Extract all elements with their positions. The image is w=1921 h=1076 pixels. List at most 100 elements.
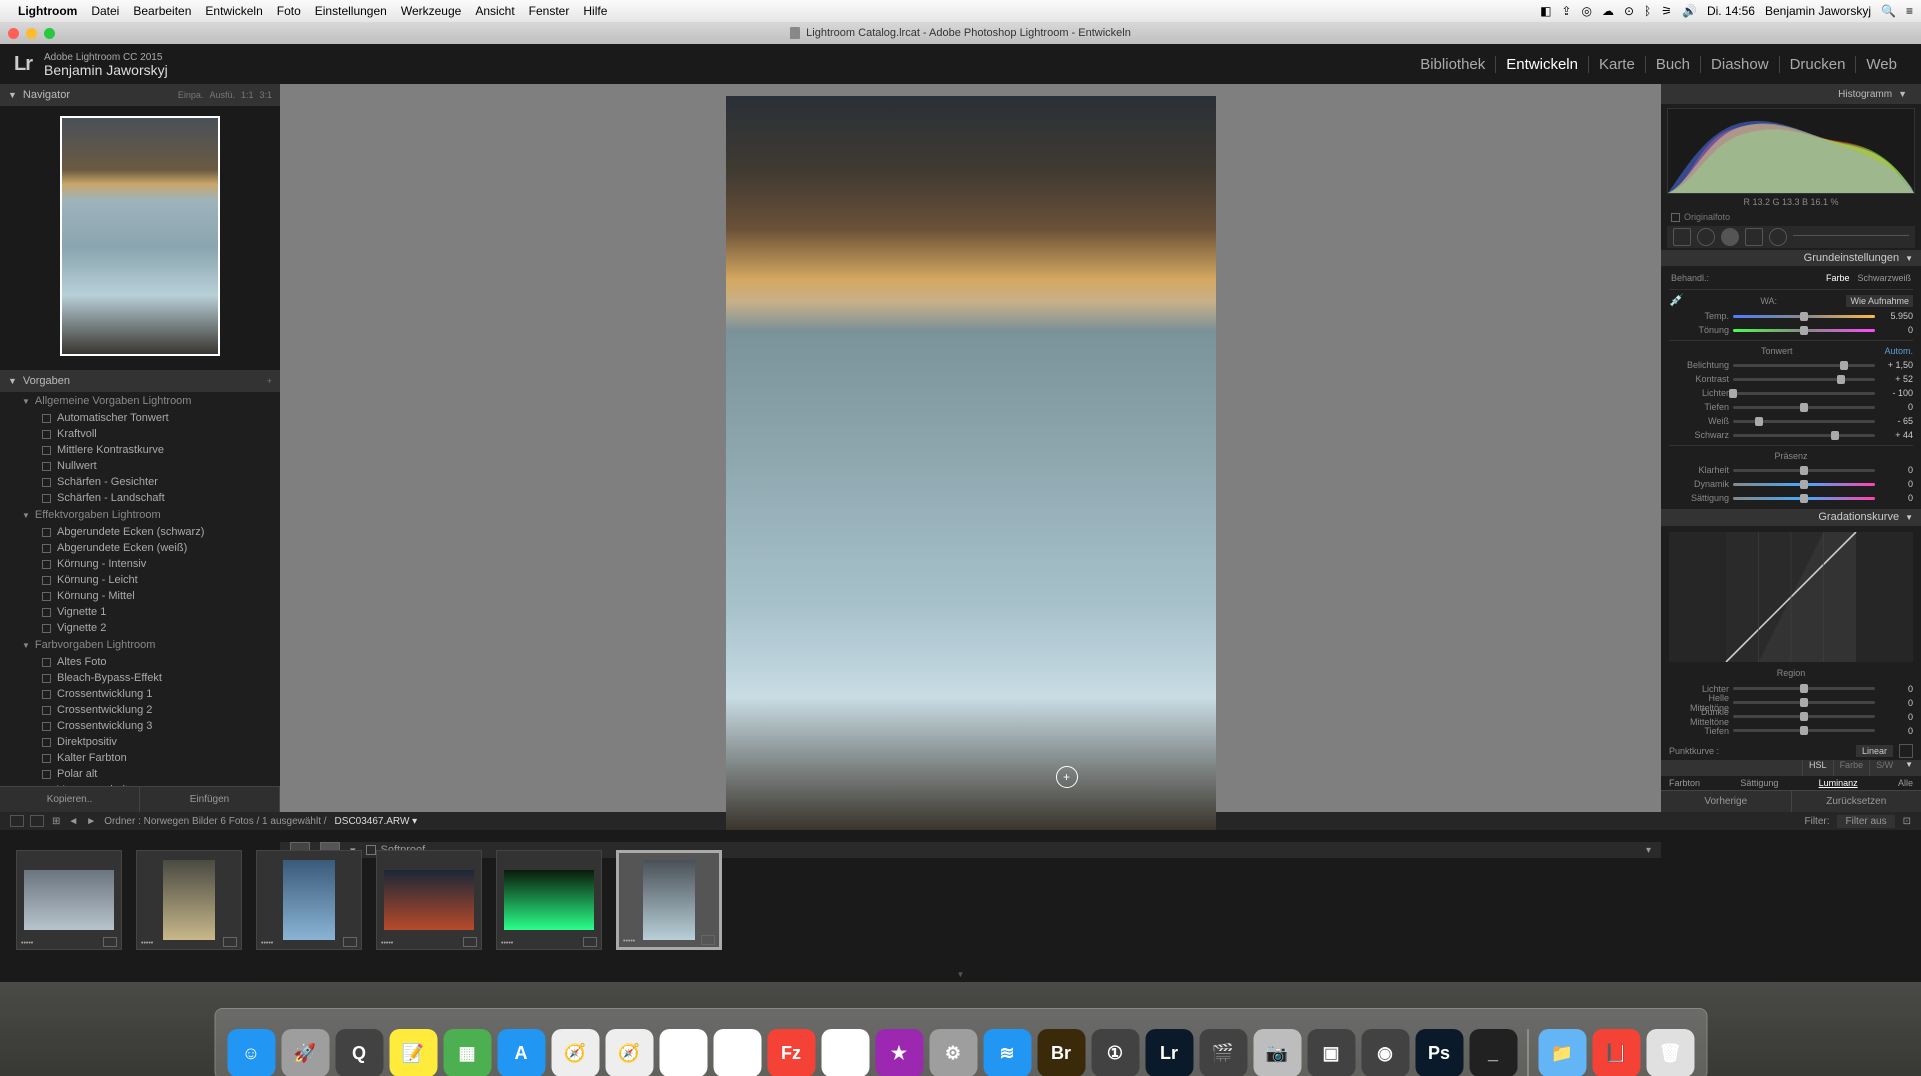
volume-icon[interactable]: 🔊: [1682, 4, 1697, 18]
wb-picker-icon[interactable]: 💉: [1669, 293, 1685, 309]
preset-item[interactable]: Abgerundete Ecken (schwarz): [0, 524, 280, 540]
status-icon[interactable]: ◎: [1581, 4, 1591, 18]
preset-item[interactable]: Bleach-Bypass-Effekt: [0, 670, 280, 686]
slider-value[interactable]: - 65: [1879, 416, 1913, 426]
filter-dropdown[interactable]: Filter aus: [1837, 815, 1894, 828]
dock-app-appstore[interactable]: A: [497, 1029, 545, 1076]
treatment-color[interactable]: Farbe: [1826, 273, 1850, 283]
module-drucken[interactable]: Drucken: [1780, 56, 1857, 73]
slider-track[interactable]: [1733, 420, 1875, 423]
menu-werkzeuge[interactable]: Werkzeuge: [401, 4, 461, 18]
presets-header[interactable]: ▼ Vorgaben +: [0, 370, 280, 392]
slider-track[interactable]: [1733, 378, 1875, 381]
dock-app-launchpad[interactable]: 🚀: [281, 1029, 329, 1076]
module-buch[interactable]: Buch: [1646, 56, 1701, 73]
slider-value[interactable]: 0: [1879, 712, 1913, 722]
filmstrip-filename[interactable]: DSC03467.ARW ▾: [335, 816, 418, 827]
nav-zoom-option[interactable]: Ausfü.: [209, 90, 235, 100]
slider-track[interactable]: [1733, 687, 1875, 690]
color-tab[interactable]: Farbe: [1833, 760, 1870, 776]
redeye-tool[interactable]: [1721, 228, 1739, 246]
preset-group[interactable]: ▼Effektvorgaben Lightroom: [0, 506, 280, 524]
slider-track[interactable]: [1733, 469, 1875, 472]
status-icon[interactable]: ⇪: [1561, 4, 1571, 18]
slider-value[interactable]: + 44: [1879, 430, 1913, 440]
dock-app-bridge[interactable]: Br: [1037, 1029, 1085, 1076]
grid-icon[interactable]: ⊞: [52, 816, 60, 827]
minimize-window[interactable]: [26, 28, 37, 39]
module-web[interactable]: Web: [1856, 56, 1907, 73]
slider-value[interactable]: - 100: [1879, 388, 1913, 398]
preset-item[interactable]: Crossentwicklung 1: [0, 686, 280, 702]
filmstrip-thumb[interactable]: •••••: [16, 850, 122, 950]
filmstrip-thumb[interactable]: •••••: [376, 850, 482, 950]
bluetooth-icon[interactable]: ᛒ: [1644, 4, 1651, 18]
point-curve-dropdown[interactable]: Linear: [1856, 745, 1893, 757]
filmstrip-thumb[interactable]: •••••: [256, 850, 362, 950]
slider-value[interactable]: 0: [1879, 493, 1913, 503]
preset-item[interactable]: Mittlere Kontrastkurve: [0, 442, 280, 458]
histogram[interactable]: [1667, 108, 1915, 194]
user-menu[interactable]: Benjamin Jaworskyj: [1765, 4, 1871, 18]
tone-curve[interactable]: [1669, 532, 1913, 662]
notification-icon[interactable]: ≡: [1906, 4, 1913, 18]
basic-panel-header[interactable]: Grundeinstellungen▼: [1661, 250, 1921, 266]
add-preset-icon[interactable]: +: [267, 376, 272, 386]
nav-zoom-option[interactable]: 3:1: [259, 90, 272, 100]
hue-subtab[interactable]: Farbton: [1669, 778, 1700, 788]
dock-app-dvd[interactable]: ◉: [1361, 1029, 1409, 1076]
dock-app-1password[interactable]: ①: [1091, 1029, 1139, 1076]
menu-datei[interactable]: Datei: [91, 4, 119, 18]
crop-tool[interactable]: [1673, 228, 1691, 246]
status-icon[interactable]: ⊙: [1624, 4, 1634, 18]
dock-app-photoshop[interactable]: Ps: [1415, 1029, 1463, 1076]
tonecurve-header[interactable]: Gradationskurve▼: [1661, 509, 1921, 525]
slider-track[interactable]: [1733, 406, 1875, 409]
dock-app-grab[interactable]: 📷: [1253, 1029, 1301, 1076]
original-photo-toggle[interactable]: Originalfoto: [1661, 210, 1921, 224]
preset-item[interactable]: Kalter Farbton: [0, 750, 280, 766]
slider-track[interactable]: [1733, 364, 1875, 367]
auto-tone-button[interactable]: Autom.: [1884, 346, 1913, 356]
sat-subtab[interactable]: Sättigung: [1740, 778, 1778, 788]
dock-app-maps[interactable]: 🧭: [551, 1029, 599, 1076]
zoom-window[interactable]: [44, 28, 55, 39]
slider-value[interactable]: 0: [1879, 479, 1913, 489]
clock[interactable]: Di. 14:56: [1707, 4, 1755, 18]
preset-item[interactable]: Vignette 2: [0, 620, 280, 636]
dock-app-finder[interactable]: ☺: [227, 1029, 275, 1076]
module-bibliothek[interactable]: Bibliothek: [1410, 56, 1496, 73]
filmstrip-thumb[interactable]: •••••: [136, 850, 242, 950]
slider-track[interactable]: [1733, 729, 1875, 732]
dock-app-openoffice[interactable]: ≋: [983, 1029, 1031, 1076]
slider-track[interactable]: [1733, 392, 1875, 395]
dock-app-filezilla[interactable]: Fz: [767, 1029, 815, 1076]
preset-item[interactable]: Crossentwicklung 2: [0, 702, 280, 718]
app-menu[interactable]: Lightroom: [18, 4, 77, 18]
slider-value[interactable]: 0: [1879, 402, 1913, 412]
dock-app-pdf[interactable]: 📕: [1592, 1029, 1640, 1076]
histogram-header[interactable]: Histogramm▼: [1661, 84, 1921, 104]
dock-app-downloads[interactable]: 📁: [1538, 1029, 1586, 1076]
module-entwickeln[interactable]: Entwickeln: [1496, 56, 1589, 73]
slider-track[interactable]: [1733, 315, 1875, 318]
preset-item[interactable]: Körnung - Mittel: [0, 588, 280, 604]
dock-app-itunes[interactable]: ♪: [713, 1029, 761, 1076]
preset-item[interactable]: Automatischer Tonwert: [0, 410, 280, 426]
brush-tool[interactable]: [1793, 235, 1909, 238]
dock-app-chrome[interactable]: ◉: [821, 1029, 869, 1076]
menu-einstellungen[interactable]: Einstellungen: [315, 4, 387, 18]
preset-item[interactable]: Crossentwicklung 3: [0, 718, 280, 734]
dock-app-fcpx[interactable]: 🎬: [1199, 1029, 1247, 1076]
dock-app-safari[interactable]: 🧭: [605, 1029, 653, 1076]
graduated-filter-tool[interactable]: [1745, 228, 1763, 246]
previous-button[interactable]: Vorherige: [1661, 791, 1791, 812]
preset-group[interactable]: ▼Farbvorgaben Lightroom: [0, 636, 280, 654]
nav-fwd-icon[interactable]: ►: [86, 816, 96, 827]
preset-group[interactable]: ▼Allgemeine Vorgaben Lightroom: [0, 392, 280, 410]
navigator-preview[interactable]: [0, 106, 280, 370]
close-window[interactable]: [8, 28, 19, 39]
radial-filter-tool[interactable]: [1769, 228, 1787, 246]
slider-track[interactable]: [1733, 483, 1875, 486]
filmstrip-collapse[interactable]: ▼: [0, 970, 1921, 982]
